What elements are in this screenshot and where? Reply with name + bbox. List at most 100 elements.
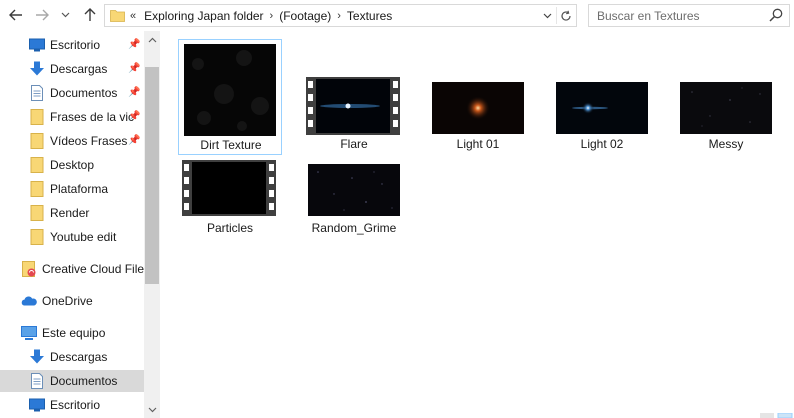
file-name: Random_Grime	[311, 221, 397, 235]
image-thumbnail	[308, 164, 400, 216]
sidebar-item-label: Escritorio	[50, 398, 101, 412]
sidebar-item-este-equipo[interactable]: Este equipo	[0, 322, 145, 344]
image-thumbnail	[680, 82, 772, 134]
folder-icon	[30, 205, 44, 221]
sidebar-item-label: Plataforma	[50, 182, 109, 196]
file-item[interactable]: Particles	[178, 154, 282, 270]
file-name: Dirt Texture	[200, 138, 262, 152]
breadcrumb-item-exploring-japan[interactable]: Exploring Japan folder	[140, 9, 267, 23]
search-input[interactable]	[597, 7, 767, 24]
file-item[interactable]: Dirt Texture	[178, 39, 282, 155]
divider	[556, 7, 557, 24]
refresh-icon	[561, 10, 571, 21]
file-view: Dirt Texture Flare Light 01 Light 02 Mes…	[160, 31, 794, 418]
sidebar-item-label: Descargas	[50, 62, 108, 76]
file-name: Messy	[708, 137, 744, 151]
sidebar-item-creative-cloud-files[interactable]: Creative Cloud Files	[0, 258, 145, 280]
scroll-down-icon[interactable]	[144, 401, 160, 418]
sidebar-item-onedrive[interactable]: OneDrive	[0, 290, 145, 312]
breadcrumb-separator[interactable]: ›	[335, 10, 343, 22]
search-box[interactable]	[588, 4, 790, 27]
breadcrumb: « Exploring Japan folder › (Footage) › T…	[127, 5, 396, 26]
image-thumbnail	[556, 82, 648, 134]
sidebar-item-documentos-2[interactable]: Documentos	[0, 370, 145, 392]
sidebar-item-render[interactable]: Render	[0, 202, 145, 224]
sidebar-item-descargas[interactable]: Descargas 📌	[0, 58, 145, 80]
sidebar-item-label: OneDrive	[42, 294, 93, 308]
sidebar-item-label: Youtube edit	[50, 230, 117, 244]
sidebar-item-label: Desktop	[50, 158, 95, 172]
file-name: Particles	[206, 221, 253, 235]
sidebar-item-escritorio[interactable]: Escritorio 📌	[0, 34, 145, 56]
chevron-down-icon[interactable]	[58, 5, 72, 25]
breadcrumb-overflow[interactable]: «	[127, 10, 140, 22]
download-icon	[30, 349, 44, 364]
computer-icon	[21, 326, 37, 340]
folder-icon	[30, 133, 44, 149]
document-icon	[31, 85, 43, 101]
file-name: Flare	[340, 137, 368, 151]
breadcrumb-separator[interactable]: ›	[268, 10, 276, 22]
document-icon	[31, 373, 43, 389]
image-thumbnail	[432, 82, 524, 134]
desktop-icon	[29, 398, 45, 412]
download-icon	[30, 61, 44, 76]
desktop-icon	[29, 38, 45, 52]
sidebar-item-label: Descargas	[50, 350, 108, 364]
refresh-button[interactable]	[558, 6, 574, 25]
sidebar-item-desktop[interactable]: Desktop	[0, 154, 145, 176]
onedrive-icon	[21, 296, 37, 306]
sidebar-item-label: Creative Cloud Files	[42, 262, 145, 276]
search-icon[interactable]	[769, 8, 783, 23]
up-arrow-icon[interactable]	[80, 5, 100, 25]
pin-icon: 📌	[128, 39, 141, 50]
folder-icon	[110, 10, 125, 22]
navigation-pane: Escritorio 📌 Descargas 📌 Documentos 📌 Fr…	[0, 31, 160, 418]
sidebar-item-descargas-2[interactable]: Descargas	[0, 346, 145, 368]
sidebar-item-label: Frases de la vic	[50, 110, 135, 124]
pin-icon: 📌	[128, 111, 141, 122]
image-thumbnail	[184, 44, 276, 136]
pin-icon: 📌	[128, 63, 141, 74]
sidebar-item-label: Documentos	[50, 374, 118, 388]
sidebar-item-label: Vídeos Frases	[50, 134, 128, 148]
video-thumbnail	[182, 160, 276, 216]
pin-icon: 📌	[128, 135, 141, 146]
navigation-bar: « Exploring Japan folder › (Footage) › T…	[0, 0, 794, 31]
file-name: Light 02	[580, 137, 624, 151]
sidebar-item-documentos[interactable]: Documentos 📌	[0, 82, 145, 104]
sidebar-item-plataforma[interactable]: Plataforma	[0, 178, 145, 200]
file-item[interactable]: Messy	[674, 39, 778, 155]
breadcrumb-item-footage[interactable]: (Footage)	[275, 9, 335, 23]
pin-icon: 📌	[128, 87, 141, 98]
video-thumbnail	[306, 77, 400, 135]
folder-icon	[30, 157, 44, 173]
folder-icon	[30, 109, 44, 125]
sidebar-item-label: Escritorio	[50, 38, 101, 52]
sidebar-item-label: Render	[50, 206, 90, 220]
file-item[interactable]: Light 02	[550, 39, 654, 155]
sidebar-item-videos-frases[interactable]: Vídeos Frases 📌	[0, 130, 145, 152]
sidebar-item-youtube-edit[interactable]: Youtube edit	[0, 226, 145, 248]
scrollbar-thumb[interactable]	[145, 67, 159, 284]
sidebar-item-frases-de-la-vida[interactable]: Frases de la vic 📌	[0, 106, 145, 128]
file-item[interactable]: Random_Grime	[302, 154, 406, 270]
chevron-down-icon	[543, 13, 551, 18]
sidebar-scrollbar[interactable]	[144, 31, 160, 418]
address-history-dropdown[interactable]	[539, 6, 555, 25]
folder-icon	[30, 181, 44, 197]
scroll-up-icon[interactable]	[144, 31, 160, 48]
view-mode-icons[interactable]	[758, 413, 794, 418]
folder-icon	[30, 229, 44, 245]
back-arrow-icon[interactable]	[6, 5, 26, 25]
sidebar-item-label: Documentos	[50, 86, 118, 100]
file-item[interactable]: Light 01	[426, 39, 530, 155]
breadcrumb-item-textures[interactable]: Textures	[343, 9, 396, 23]
sidebar-item-escritorio-2[interactable]: Escritorio	[0, 394, 145, 416]
sidebar-item-label: Este equipo	[42, 326, 106, 340]
address-bar[interactable]: « Exploring Japan folder › (Footage) › T…	[104, 4, 577, 27]
file-name: Light 01	[456, 137, 500, 151]
forward-arrow-icon[interactable]	[32, 5, 52, 25]
creative-cloud-icon	[22, 261, 36, 277]
file-item[interactable]: Flare	[302, 39, 406, 155]
